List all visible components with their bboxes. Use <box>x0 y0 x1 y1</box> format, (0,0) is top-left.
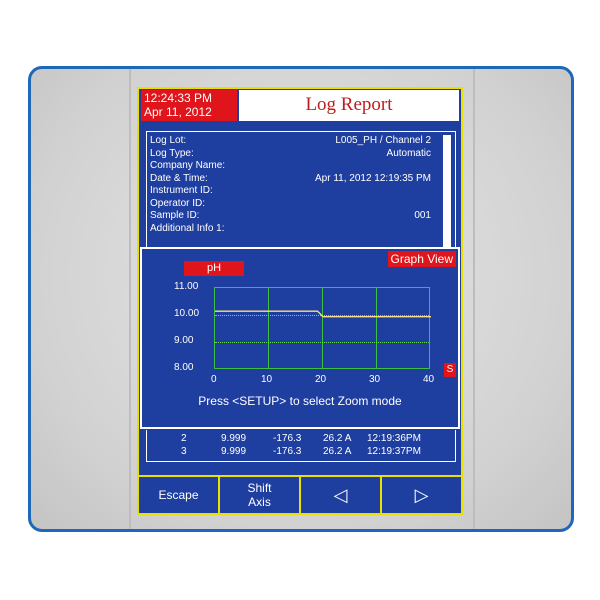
clock-date: Apr 11, 2012 <box>144 105 212 119</box>
info-label: Date & Time: <box>150 172 208 184</box>
page-title: Log Report <box>239 90 459 121</box>
reading-temp: 26.2 A <box>323 433 352 444</box>
info-scrollbar[interactable] <box>443 135 451 247</box>
clock-time: 12:24:33 PM <box>144 91 213 105</box>
ph-chart <box>215 310 431 318</box>
reading-temp: 26.2 A <box>323 446 352 457</box>
device-screen: 12:24:33 PM Apr 11, 2012 Log Report Log … <box>137 87 463 515</box>
info-row: Operator ID: <box>147 198 455 211</box>
info-row: Log Lot: L005_PH / Channel 2 <box>147 135 455 148</box>
triangle-left-icon: ◁ <box>333 485 348 505</box>
clock: 12:24:33 PM Apr 11, 2012 <box>141 90 237 121</box>
y-axis-label: pH <box>184 261 244 276</box>
info-row: Additional Info 1: <box>147 223 455 236</box>
triangle-right-icon: ▷ <box>414 485 429 505</box>
graph-view-button[interactable]: Graph View <box>387 251 456 267</box>
graph-popup: Graph View pH 11.00 10.00 9.00 8.00 0 10… <box>140 247 460 429</box>
info-label: Additional Info 1: <box>150 222 225 234</box>
info-label: Instrument ID: <box>150 185 213 196</box>
table-row: 2 9.999 -176.3 26.2 A 12:19:36PM <box>147 430 455 445</box>
info-label: Operator ID: <box>150 197 206 209</box>
info-row: Instrument ID: <box>147 185 455 198</box>
info-label: Log Lot: <box>150 135 187 146</box>
info-value: Apr 11, 2012 12:19:35 PM <box>314 172 431 184</box>
reading-time: 12:19:36PM <box>367 433 421 444</box>
info-label: Log Type: <box>150 147 194 159</box>
escape-button[interactable]: Escape <box>139 477 220 513</box>
shift-axis-label-line2: Axis <box>248 495 271 509</box>
x-tick-label: 10 <box>261 374 273 385</box>
y-tick-label: 8.00 <box>174 362 194 373</box>
info-row: Log Type: Automatic <box>147 148 455 161</box>
log-info-panel: Log Lot: L005_PH / Channel 2 Log Type: Aut… <box>146 131 456 251</box>
x-tick-label: 0 <box>211 374 217 385</box>
bezel-line-left <box>129 69 131 529</box>
bezel-line-right <box>473 69 475 529</box>
info-label: Company Name: <box>150 160 226 171</box>
info-label: Sample ID: <box>150 210 200 221</box>
readings-table: 2 9.999 -176.3 26.2 A 12:19:36PM 3 9.999… <box>146 430 456 462</box>
reading-mv: -176.3 <box>273 446 302 457</box>
info-value: Automatic <box>386 147 431 159</box>
reading-ph: 9.999 <box>221 433 247 444</box>
reading-id: 2 <box>181 433 187 444</box>
plot-area <box>214 287 431 369</box>
y-tick-label: 11.00 <box>174 281 199 292</box>
softkey-bar: Escape Shift Axis ◁ ▷ <box>139 475 461 513</box>
y-tick-label: 9.00 <box>174 335 194 346</box>
reading-time: 12:19:37PM <box>367 446 421 457</box>
reading-id: 3 <box>181 446 187 457</box>
info-row: Date & Time: Apr 11, 2012 12:19:35 PM <box>147 173 455 186</box>
ph-series-line <box>215 310 431 318</box>
shift-axis-button[interactable]: Shift Axis <box>220 477 301 513</box>
table-row: 3 9.999 -176.3 26.2 A 12:19:37PM <box>147 445 455 458</box>
zoom-instruction: Press <SETUP> to select Zoom mode <box>198 394 402 408</box>
x-tick-label: 20 <box>315 374 327 385</box>
reading-mv: -176.3 <box>273 433 302 444</box>
info-row: Company Name: <box>147 160 455 173</box>
shift-axis-label-line1: Shift <box>247 481 272 495</box>
reading-ph: 9.999 <box>221 446 247 457</box>
x-tick-label: 40 <box>423 374 435 385</box>
scroll-right-button[interactable]: ▷ <box>382 477 461 513</box>
x-unit-marker: S <box>444 363 456 377</box>
info-value: L005_PH / Channel 2 <box>335 135 431 146</box>
info-value: 001 <box>414 210 431 221</box>
x-tick-label: 30 <box>369 374 381 385</box>
scroll-left-button[interactable]: ◁ <box>301 477 382 513</box>
y-tick-label: 10.00 <box>174 308 200 319</box>
info-row: Sample ID: 001 <box>147 210 455 223</box>
